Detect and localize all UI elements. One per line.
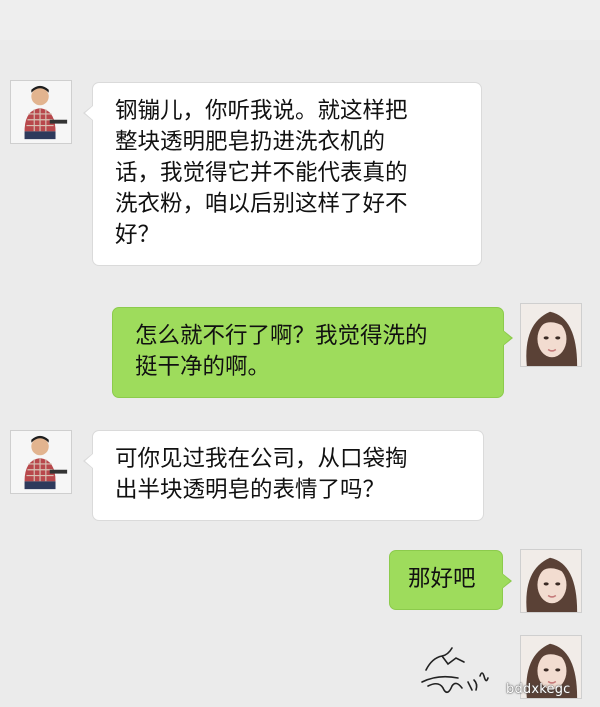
woman-avatar-icon[interactable] [520, 549, 582, 613]
man-avatar-icon[interactable] [10, 80, 72, 144]
signature-sticker-icon[interactable] [418, 640, 508, 696]
message-bubble-outgoing[interactable]: 那好吧 [389, 550, 512, 610]
man-avatar-icon[interactable] [10, 430, 72, 494]
message-bubble-outgoing[interactable]: 怎么就不行了啊？我觉得洗的 挺干净的啊。 [112, 307, 513, 398]
chat-conversation: 钢镚儿，你听我说。就这样把 整块透明肥皂扔进洗衣机的 话，我觉得它并不能代表真的… [0, 0, 600, 707]
message-bubble-incoming[interactable]: 可你见过我在公司，从口袋掏 出半块透明皂的表情了吗？ [83, 430, 484, 521]
watermark-text: bddxkegc [506, 682, 571, 697]
message-bubble-incoming[interactable]: 钢镚儿，你听我说。就这样把 整块透明肥皂扔进洗衣机的 话，我觉得它并不能代表真的… [83, 82, 482, 266]
woman-avatar-icon[interactable] [520, 303, 582, 367]
top-area [0, 0, 600, 40]
